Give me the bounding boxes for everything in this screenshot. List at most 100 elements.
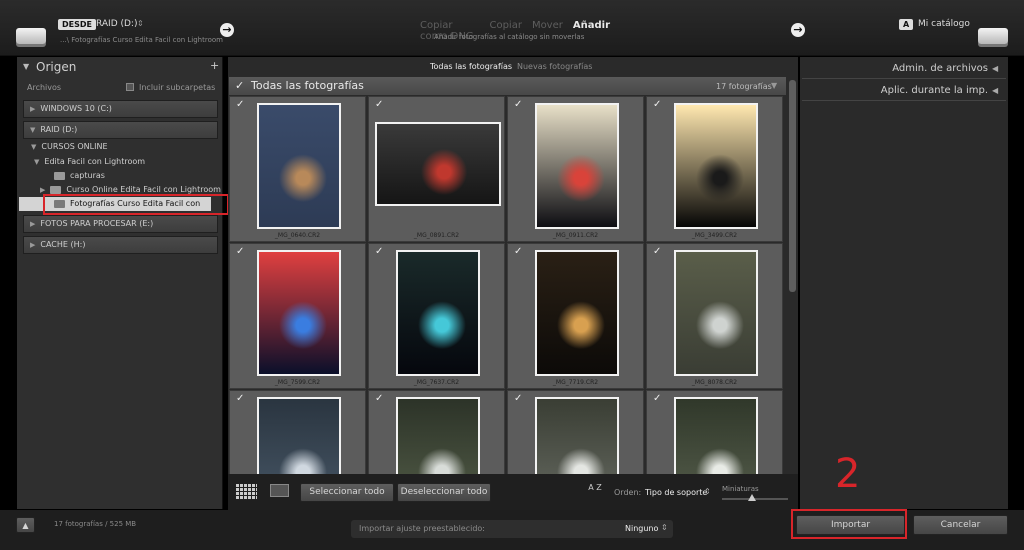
source-drive-selector[interactable]: RAID (D:) (96, 19, 137, 29)
arrow-right-icon: → (791, 23, 805, 37)
divider (802, 78, 1006, 79)
volume-raid[interactable]: ▼ RAID (D:) (23, 121, 218, 139)
folder-label: Curso Online Edita Facil con Lightroom (66, 185, 221, 194)
settings-panel: Admin. de archivos ◀ Aplic. durante la i… (800, 57, 1008, 509)
folder-icon (54, 171, 65, 180)
cancel-button[interactable]: Cancelar (913, 515, 1008, 535)
folder-cursos-online[interactable]: ▼ CURSOS ONLINE (31, 141, 108, 153)
annotation-box-1 (43, 194, 229, 215)
folder-icon (50, 185, 62, 194)
preset-field[interactable]: Importar ajuste preestablecido: Ninguno … (351, 520, 673, 538)
add-source-icon[interactable]: + (210, 59, 219, 72)
photo-cell[interactable]: ✓ (646, 390, 783, 474)
collapse-left-triangle-icon[interactable]: ◀ (992, 64, 998, 73)
photo-cell[interactable]: ✓ _MG_0911.CR2 (507, 96, 644, 242)
chevron-updown-icon[interactable]: ⇕ (661, 523, 668, 532)
sort-menu-icon[interactable]: ▼ (771, 81, 777, 90)
photo-checkbox-icon[interactable]: ✓ (236, 393, 244, 404)
photo-cell[interactable]: ✓ _MG_7637.CR2 (368, 243, 505, 389)
photo-grid: ✓ _MG_0640.CR2 ✓ _MG_0891.CR2 ✓ _MG_0911.CR2 ✓… (229, 96, 786, 474)
photo-thumbnail[interactable] (674, 103, 758, 229)
collapse-triangle-icon: ▼ (34, 158, 40, 166)
folder-capturas[interactable]: capturas (54, 170, 105, 182)
select-all-button[interactable]: Seleccionar todo (300, 483, 394, 502)
photo-thumbnail[interactable] (396, 250, 480, 376)
photo-cell[interactable]: ✓ _MG_3499.CR2 (646, 96, 783, 242)
photo-thumbnail[interactable] (674, 397, 758, 474)
volume-label: FOTOS PARA PROCESAR (E:) (40, 219, 154, 228)
select-all-checkbox-icon[interactable]: ✓ (235, 79, 244, 92)
photo-checkbox-icon[interactable]: ✓ (375, 393, 383, 404)
photo-checkbox-icon[interactable]: ✓ (236, 246, 244, 257)
photo-filename: _MG_7719.CR2 (552, 379, 599, 386)
folder-edita-facil[interactable]: ▼ Edita Facil con Lightroom (34, 156, 145, 168)
deselect-all-button[interactable]: Deseleccionar todo (397, 483, 491, 502)
photo-filename: _MG_8078.CR2 (691, 379, 738, 386)
volume-label: CACHE (H:) (40, 240, 86, 249)
chevron-updown-icon[interactable]: ⇕ (704, 487, 711, 496)
photo-cell[interactable]: ✓ (229, 390, 366, 474)
photo-cell[interactable]: ✓ (368, 390, 505, 474)
photo-cell[interactable]: ✓ _MG_7599.CR2 (229, 243, 366, 389)
volume-cache[interactable]: ▶ CACHE (H:) (23, 236, 218, 254)
scrollbar-thumb[interactable] (789, 80, 796, 292)
chevron-updown-icon[interactable]: ⇕ (137, 19, 144, 28)
order-select[interactable]: Tipo de soporte (645, 488, 707, 497)
collapse-up-button[interactable]: ▲ (16, 517, 35, 533)
photo-thumbnail[interactable] (375, 122, 501, 206)
collapse-left-triangle-icon[interactable]: ◀ (992, 86, 998, 95)
photo-count: 17 fotografías (716, 82, 772, 91)
photo-cell[interactable]: ✓ _MG_0891.CR2 (368, 96, 505, 242)
order-label: Orden: (614, 488, 642, 497)
photo-thumbnail[interactable] (257, 250, 341, 376)
photo-checkbox-icon[interactable]: ✓ (375, 246, 383, 257)
destination-drive-icon (978, 28, 1008, 44)
collapse-triangle-icon[interactable]: ▼ (23, 62, 29, 71)
photo-cell[interactable]: ✓ _MG_8078.CR2 (646, 243, 783, 389)
volume-label: RAID (D:) (40, 125, 78, 134)
tab-all-photos[interactable]: Todas las fotografías (430, 62, 512, 71)
photo-cell[interactable]: ✓ _MG_7719.CR2 (507, 243, 644, 389)
photo-thumbnail[interactable] (257, 397, 341, 474)
source-panel: ▼ Origen + Archivos Incluir subcarpetas … (17, 57, 223, 509)
photo-thumbnail[interactable] (535, 397, 619, 474)
volume-fotos-procesar[interactable]: ▶ FOTOS PARA PROCESAR (E:) (23, 215, 218, 233)
loupe-view-icon[interactable] (270, 484, 289, 497)
include-subfolders-checkbox[interactable] (126, 83, 134, 91)
photo-thumbnail[interactable] (396, 397, 480, 474)
photo-checkbox-icon[interactable]: ✓ (653, 393, 661, 404)
sort-direction-icon[interactable]: A Z (586, 484, 604, 492)
desde-badge: DESDE (58, 19, 96, 30)
expand-triangle-icon: ▶ (40, 186, 46, 194)
photo-thumbnail[interactable] (535, 250, 619, 376)
thumbnails-label: Miniaturas (722, 485, 759, 493)
photo-checkbox-icon[interactable]: ✓ (514, 246, 522, 257)
photo-checkbox-icon[interactable]: ✓ (653, 246, 661, 257)
expand-triangle-icon: ▶ (30, 220, 36, 228)
photo-checkbox-icon[interactable]: ✓ (375, 99, 383, 110)
grid-header: ✓ Todas las fotografías 17 fotografías ▼ (229, 77, 786, 95)
preset-value[interactable]: Ninguno (625, 524, 658, 533)
grid-scrollbar[interactable] (788, 77, 797, 474)
photo-thumbnail[interactable] (535, 103, 619, 229)
photo-filename: _MG_7599.CR2 (274, 379, 321, 386)
collapse-triangle-icon: ▼ (30, 126, 36, 134)
preset-label: Importar ajuste preestablecido: (359, 524, 486, 533)
volume-windows[interactable]: ▶ WINDOWS 10 (C:) (23, 100, 218, 118)
photo-cell[interactable]: ✓ _MG_0640.CR2 (229, 96, 366, 242)
photo-thumbnail[interactable] (257, 103, 341, 229)
tab-new-photos[interactable]: Nuevas fotografías (517, 62, 592, 71)
photo-checkbox-icon[interactable]: ✓ (514, 393, 522, 404)
photo-thumbnail[interactable] (674, 250, 758, 376)
photo-checkbox-icon[interactable]: ✓ (236, 99, 244, 110)
mode-description: Añadir fotografías al catálogo sin mover… (434, 33, 585, 41)
photo-checkbox-icon[interactable]: ✓ (653, 99, 661, 110)
photo-filename: _MG_0640.CR2 (274, 232, 321, 239)
annotation-box-2 (791, 509, 907, 539)
grid-view-icon[interactable] (236, 484, 257, 499)
import-summary: 17 fotografías / 525 MB (54, 520, 137, 528)
photo-checkbox-icon[interactable]: ✓ (514, 99, 522, 110)
slider-knob[interactable] (748, 494, 756, 501)
photo-cell[interactable]: ✓ (507, 390, 644, 474)
grid-title: Todas las fotografías (251, 79, 364, 92)
